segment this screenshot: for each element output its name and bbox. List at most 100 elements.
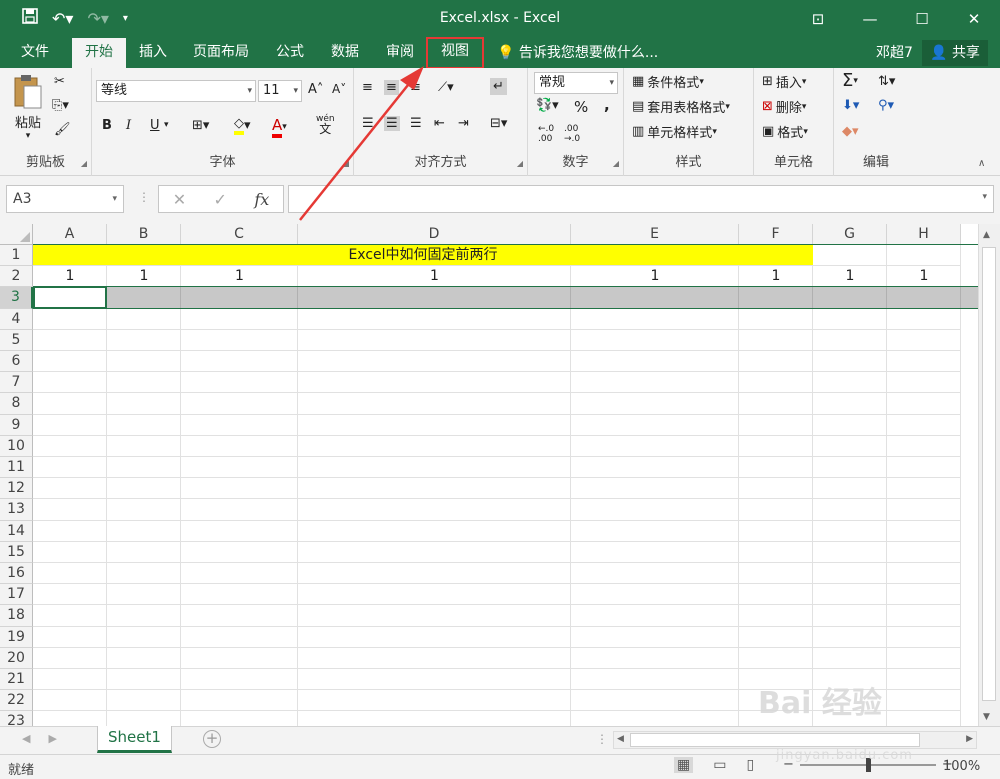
row-header-22[interactable]: 22 — [0, 690, 33, 712]
sheet-tab-sheet1[interactable]: Sheet1 — [97, 726, 172, 753]
comma-button[interactable]: , — [604, 96, 610, 114]
fill-color-icon[interactable]: ◇ ▾ — [234, 116, 251, 135]
active-cell-a3[interactable] — [33, 286, 107, 309]
vertical-scroll-thumb[interactable] — [982, 247, 996, 701]
currency-icon[interactable]: 💱▾ — [536, 98, 559, 113]
formula-input[interactable]: ▾ — [288, 185, 994, 213]
decrease-decimal-icon[interactable]: .00 →.0 — [564, 124, 580, 144]
row-header-6[interactable]: 6 — [0, 351, 33, 373]
row-header-13[interactable]: 13 — [0, 499, 33, 521]
row-header-19[interactable]: 19 — [0, 626, 33, 648]
tab-file[interactable]: 文件 — [8, 38, 62, 68]
share-button[interactable]: 👤 共享 — [922, 40, 988, 66]
grow-font-icon[interactable]: A˄ — [308, 82, 323, 97]
scroll-left-icon[interactable]: ◀ — [617, 734, 624, 744]
sort-filter-icon[interactable]: ⇅▾ — [878, 74, 895, 89]
cell-styles-button[interactable]: ▥ 单元格样式 ▾ — [632, 122, 717, 141]
conditional-format-button[interactable]: ▦ 条件格式 ▾ — [632, 72, 704, 91]
number-format-box[interactable]: 常规 ▾ — [534, 72, 618, 94]
font-launcher-icon[interactable]: ◢ — [343, 159, 349, 168]
cell-row2[interactable]: 1 — [571, 266, 739, 287]
column-header-col-e[interactable]: E — [571, 224, 739, 245]
row-header-12[interactable]: 12 — [0, 478, 33, 500]
enter-icon[interactable]: ✓ — [214, 190, 227, 209]
row-header-17[interactable]: 17 — [0, 584, 33, 606]
add-sheet-button[interactable]: + — [203, 730, 221, 748]
cell-row2[interactable]: 1 — [887, 266, 961, 287]
column-header-col-d[interactable]: D — [298, 224, 571, 245]
tab-home[interactable]: 开始 — [72, 38, 126, 68]
horizontal-scroll-thumb[interactable] — [630, 733, 920, 747]
find-select-icon[interactable]: ⚲▾ — [878, 98, 894, 113]
row-header-1[interactable]: 1 — [0, 245, 33, 267]
cell-row2[interactable]: 1 — [33, 266, 107, 287]
row-header-16[interactable]: 16 — [0, 563, 33, 585]
shrink-font-icon[interactable]: A˅ — [332, 82, 346, 96]
scroll-up-icon[interactable]: ▲ — [983, 230, 990, 240]
row-header-21[interactable]: 21 — [0, 669, 33, 691]
clipboard-launcher-icon[interactable]: ◢ — [81, 159, 87, 168]
align-left-icon[interactable]: ☰ — [362, 116, 374, 131]
minimize-icon[interactable]: — — [844, 0, 896, 38]
zoom-level[interactable]: 100% — [943, 759, 980, 774]
row-header-3[interactable]: 3 — [0, 287, 33, 309]
select-all-button[interactable] — [0, 224, 33, 245]
cell-row2[interactable]: 1 — [813, 266, 887, 287]
scroll-right-icon[interactable]: ▶ — [966, 734, 973, 744]
wrap-text-icon[interactable]: ↵ — [490, 78, 507, 95]
insert-cells-button[interactable]: ⊞ 插入 ▾ — [762, 72, 806, 91]
decrease-indent-icon[interactable]: ⇤ — [434, 116, 445, 131]
underline-dropdown-icon[interactable]: ▾ — [164, 120, 169, 130]
font-name-box[interactable]: 等线 ▾ — [96, 80, 256, 102]
tell-me-box[interactable]: 💡 告诉我您想要做什么... — [497, 38, 658, 68]
bold-button[interactable]: B — [102, 118, 112, 133]
tab-formulas[interactable]: 公式 — [265, 38, 315, 68]
align-center-icon[interactable]: ☰ — [384, 116, 400, 131]
cell-row2[interactable]: 1 — [107, 266, 181, 287]
name-box[interactable]: A3 ▾ — [6, 185, 124, 213]
tab-data[interactable]: 数据 — [320, 38, 370, 68]
page-layout-view-icon[interactable]: ▭ — [713, 757, 726, 773]
alignment-launcher-icon[interactable]: ◢ — [517, 159, 523, 168]
expand-formula-icon[interactable]: ▾ — [982, 192, 987, 202]
tab-review[interactable]: 审阅 — [375, 38, 425, 68]
row-header-18[interactable]: 18 — [0, 605, 33, 627]
number-launcher-icon[interactable]: ◢ — [613, 159, 619, 168]
cell-row2[interactable]: 1 — [739, 266, 813, 287]
autosum-button[interactable]: Σ ▾ — [842, 70, 858, 91]
font-color-button[interactable]: A ▾ — [272, 116, 287, 138]
row-header-4[interactable]: 4 — [0, 308, 33, 330]
cell-row2[interactable]: 1 — [181, 266, 298, 287]
border-icon[interactable]: ⊞▾ — [192, 118, 209, 133]
worksheet-grid[interactable]: A B C D E F G H 1 2 3 4 5 6 7 8 9 10 11 12 13 14 15 16 17 18 19 20 2… — [0, 224, 1000, 733]
tab-view[interactable]: 视图 — [426, 37, 484, 69]
copy-icon[interactable]: ⎘▾ — [52, 98, 69, 113]
column-header-col-c[interactable]: C — [181, 224, 298, 245]
ribbon-display-icon[interactable]: ⊡ — [792, 0, 844, 38]
row-header-9[interactable]: 9 — [0, 414, 33, 436]
fill-icon[interactable]: ⬇▾ — [842, 98, 859, 113]
collapse-ribbon-icon[interactable]: ∧ — [978, 158, 985, 169]
horizontal-scrollbar[interactable]: ◀ ▶ — [613, 731, 977, 749]
paste-button[interactable]: 粘贴 ▾ — [10, 74, 46, 141]
row-header-5[interactable]: 5 — [0, 329, 33, 351]
clear-icon[interactable]: ◆▾ — [842, 124, 859, 139]
scroll-down-icon[interactable]: ▼ — [983, 712, 990, 722]
row-header-11[interactable]: 11 — [0, 457, 33, 479]
row-header-8[interactable]: 8 — [0, 393, 33, 415]
tab-insert[interactable]: 插入 — [128, 38, 178, 68]
align-right-icon[interactable]: ☰ — [410, 116, 422, 131]
row-header-7[interactable]: 7 — [0, 372, 33, 394]
underline-button[interactable]: U — [150, 118, 160, 133]
format-painter-icon[interactable]: 🖌 — [54, 122, 71, 137]
row-header-10[interactable]: 10 — [0, 435, 33, 457]
close-icon[interactable]: ✕ — [948, 0, 1000, 38]
prev-sheet-icon[interactable]: ◀ — [22, 732, 30, 745]
tab-split-grip-icon[interactable]: ⋮ — [596, 732, 608, 746]
row-header-20[interactable]: 20 — [0, 647, 33, 669]
phonetic-icon[interactable]: wén 文 — [316, 114, 335, 135]
column-header-col-b[interactable]: B — [107, 224, 181, 245]
column-header-col-h[interactable]: H — [887, 224, 961, 245]
percent-button[interactable]: % — [574, 98, 588, 116]
tab-page-layout[interactable]: 页面布局 — [183, 38, 259, 68]
